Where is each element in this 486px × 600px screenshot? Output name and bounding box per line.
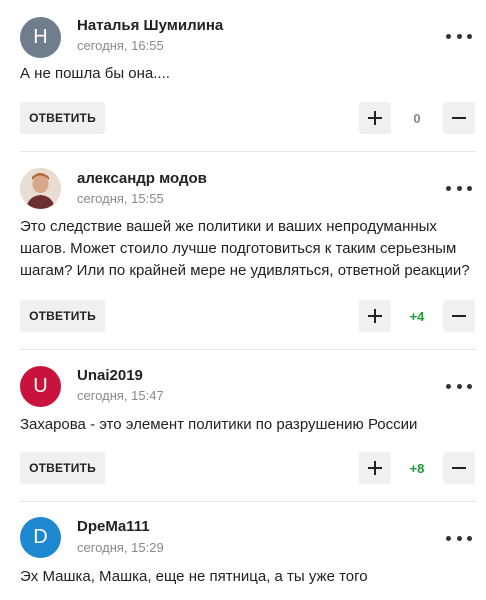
minus-icon bbox=[452, 117, 466, 119]
more-options-icon[interactable] bbox=[446, 178, 472, 198]
plus-icon bbox=[368, 111, 382, 125]
comment-time: сегодня, 15:29 bbox=[77, 540, 164, 555]
more-options-icon[interactable] bbox=[446, 26, 472, 46]
upvote-button[interactable] bbox=[359, 452, 391, 484]
vote-score: +4 bbox=[409, 308, 425, 324]
avatar[interactable]: U bbox=[20, 366, 61, 407]
upvote-button[interactable] bbox=[359, 300, 391, 332]
vote-score: +8 bbox=[409, 460, 425, 476]
reply-button[interactable]: ОТВЕТИТЬ bbox=[20, 102, 105, 134]
comment-time: сегодня, 16:55 bbox=[77, 38, 164, 53]
comment-text: А не пошла бы она.... bbox=[20, 65, 170, 82]
comment-time: сегодня, 15:55 bbox=[77, 191, 164, 206]
avatar[interactable]: D bbox=[20, 517, 61, 558]
reply-button[interactable]: ОТВЕТИТЬ bbox=[20, 452, 105, 484]
avatar[interactable] bbox=[20, 168, 61, 209]
upvote-button[interactable] bbox=[359, 102, 391, 134]
author-name[interactable]: александр модов bbox=[77, 170, 207, 187]
more-options-icon[interactable] bbox=[446, 528, 472, 548]
plus-icon bbox=[368, 461, 382, 475]
author-name[interactable]: DpeMa111 bbox=[77, 518, 150, 535]
minus-icon bbox=[452, 467, 466, 469]
vote-score: 0 bbox=[413, 110, 421, 126]
divider bbox=[20, 501, 476, 502]
divider bbox=[20, 151, 476, 152]
comment-time: сегодня, 15:47 bbox=[77, 388, 164, 403]
plus-icon bbox=[368, 309, 382, 323]
author-name[interactable]: Unai2019 bbox=[77, 367, 143, 384]
more-options-icon[interactable] bbox=[446, 376, 472, 396]
downvote-button[interactable] bbox=[443, 452, 475, 484]
minus-icon bbox=[452, 315, 466, 317]
user-photo-icon bbox=[20, 168, 61, 209]
downvote-button[interactable] bbox=[443, 300, 475, 332]
comment-text: Это следствие вашей же политики и ваших … bbox=[20, 218, 470, 279]
comment-text: Захарова - это элемент политики по разру… bbox=[20, 416, 418, 433]
reply-button[interactable]: ОТВЕТИТЬ bbox=[20, 300, 105, 332]
divider bbox=[20, 349, 476, 350]
comment-text: Эх Машка, Машка, еще не пятница, а ты уж… bbox=[20, 568, 368, 585]
avatar[interactable]: H bbox=[20, 17, 61, 58]
author-name[interactable]: Наталья Шумилина bbox=[77, 17, 223, 34]
downvote-button[interactable] bbox=[443, 102, 475, 134]
